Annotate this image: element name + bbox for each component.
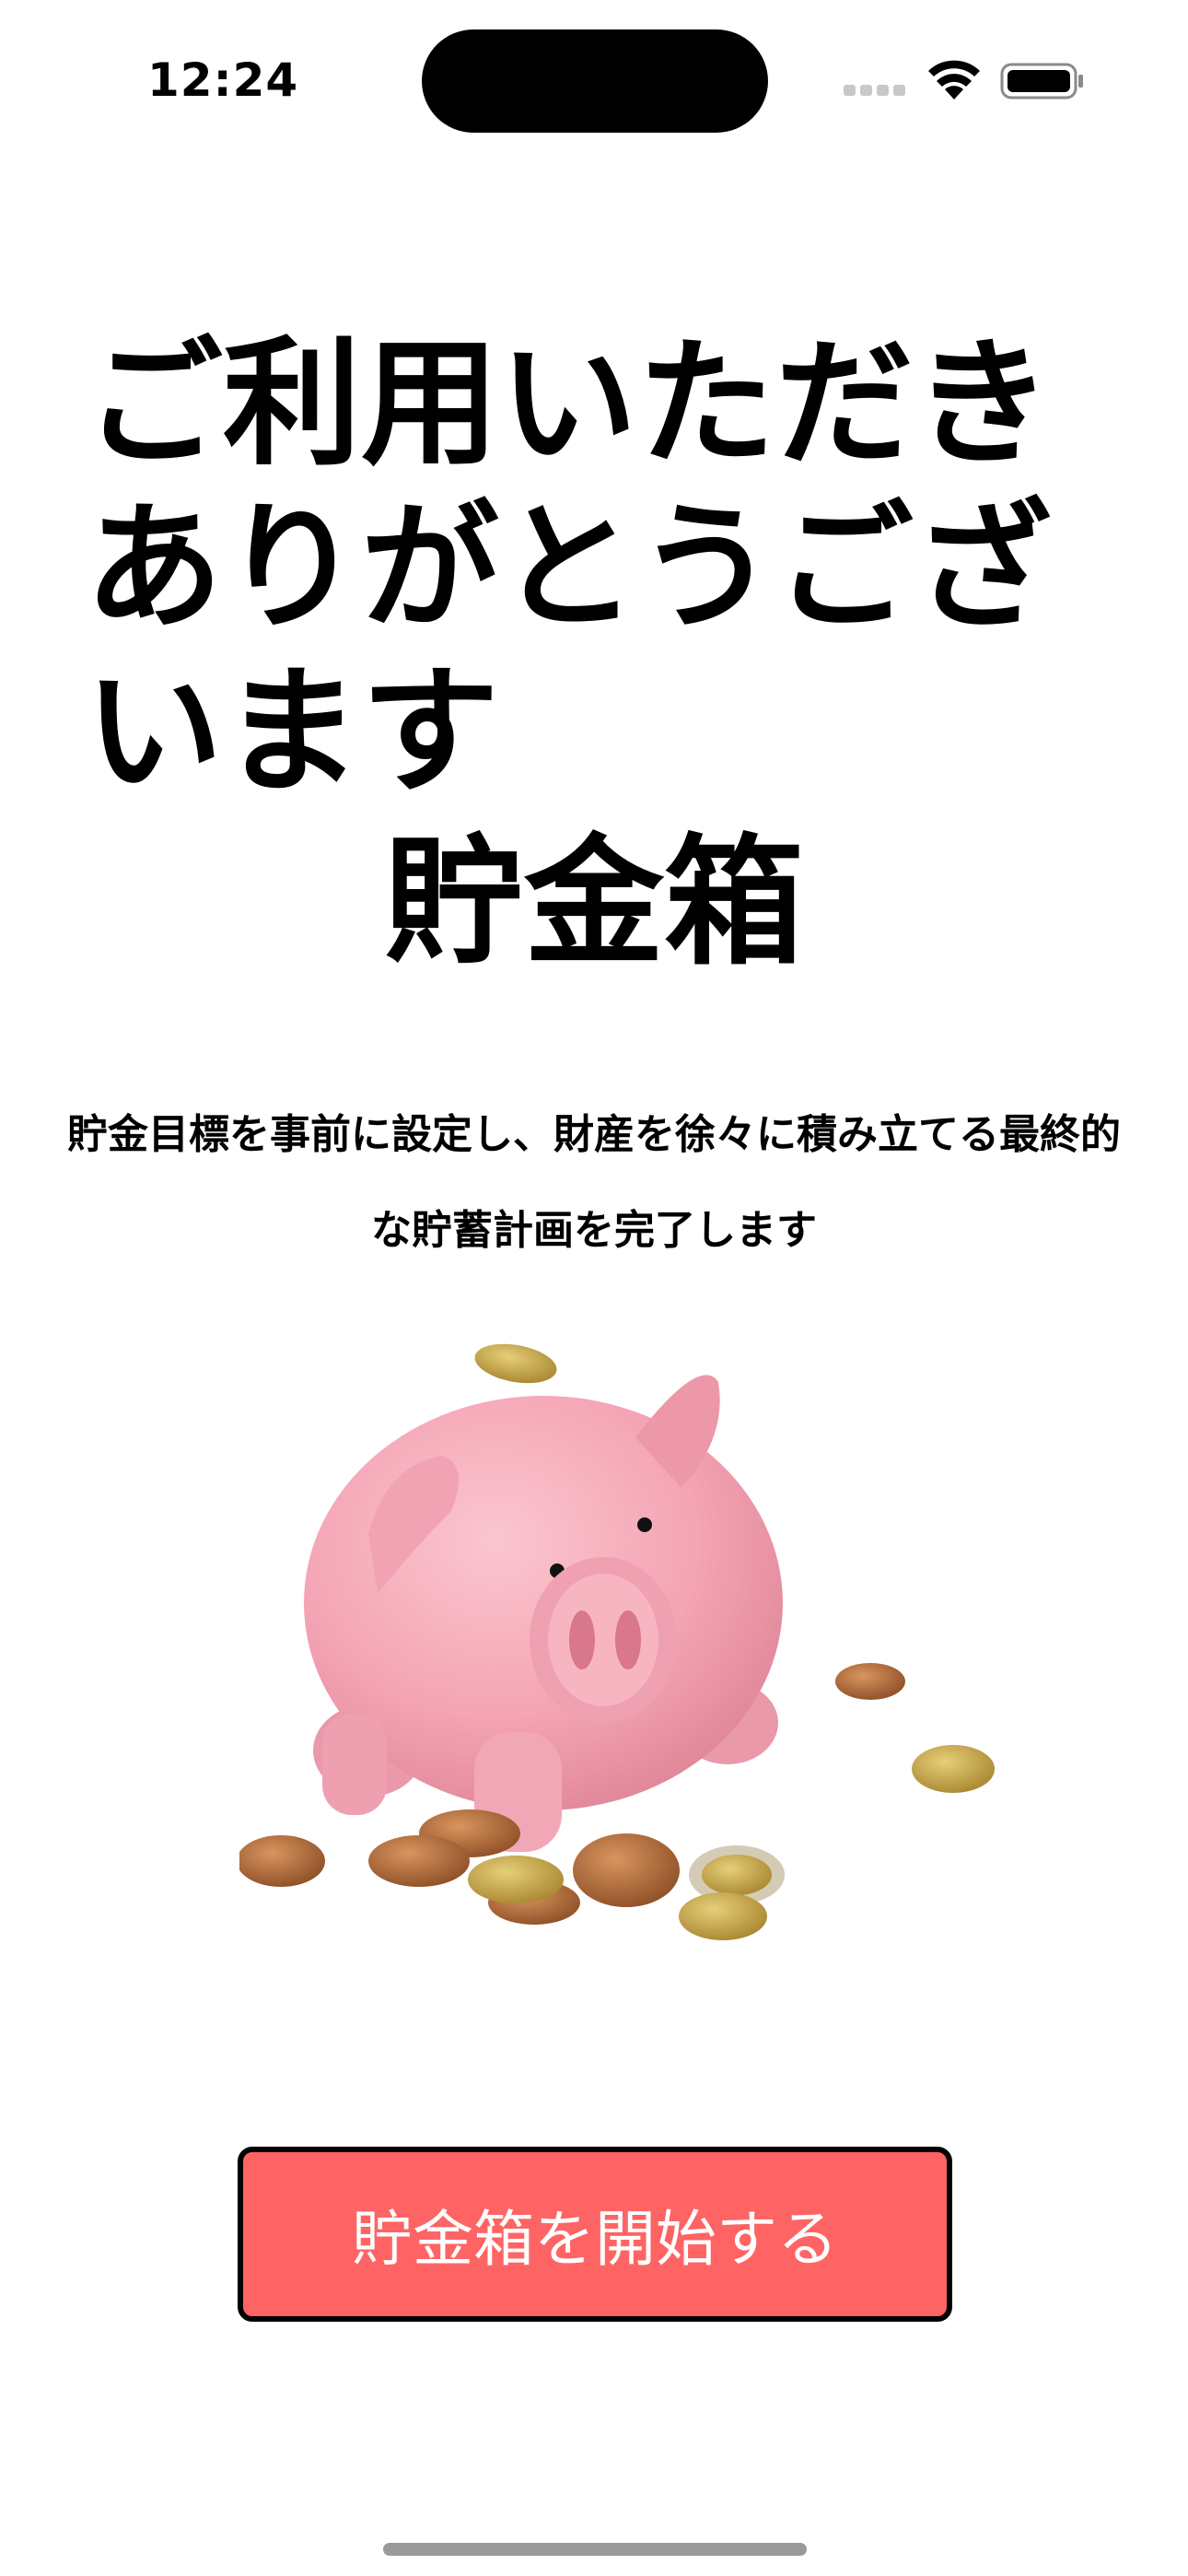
dynamic-island [422, 29, 768, 133]
status-time: 12:24 [147, 53, 299, 107]
piggy-bank-image [239, 1343, 995, 1940]
start-piggy-bank-button[interactable]: 貯金箱を開始する [238, 2147, 952, 2322]
wifi-icon [928, 60, 980, 100]
battery-icon [1000, 63, 1083, 100]
status-bar: 12:24 [0, 0, 1188, 157]
welcome-title: ご利用いただきありがとうございます [85, 324, 1053, 813]
home-indicator[interactable] [383, 2543, 807, 2556]
app-description: 貯金目標を事前に設定し、財産を徐々に積み立てる最終的な貯蓄計画を完了します [67, 1111, 1121, 1254]
app-name: 貯金箱 [384, 821, 804, 984]
cellular-signal-icon [844, 85, 906, 98]
